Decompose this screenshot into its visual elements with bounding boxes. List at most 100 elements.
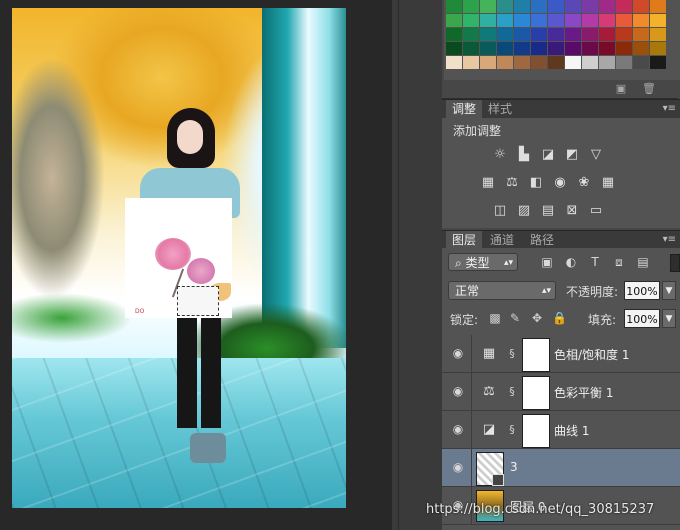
layer-row[interactable]: ◉ ⚖ § 色彩平衡 1 xyxy=(442,373,680,411)
color-swatch[interactable] xyxy=(463,14,479,27)
document-image[interactable]: DO xyxy=(12,8,346,508)
color-swatch[interactable] xyxy=(599,28,615,41)
color-swatch[interactable] xyxy=(616,28,632,41)
brightness-icon[interactable]: ☼ xyxy=(492,148,508,162)
layer-mask-thumbnail[interactable] xyxy=(522,414,550,448)
color-swatch[interactable] xyxy=(514,14,530,27)
tab-layers[interactable]: 图层 xyxy=(446,231,483,249)
color-swatch[interactable] xyxy=(514,42,530,55)
color-swatch[interactable] xyxy=(650,14,666,27)
eye-icon[interactable]: ◉ xyxy=(450,347,466,359)
color-swatch[interactable] xyxy=(565,14,581,27)
color-swatch[interactable] xyxy=(463,42,479,55)
color-swatch[interactable] xyxy=(582,42,598,55)
color-swatch[interactable] xyxy=(633,28,649,41)
color-swatch[interactable] xyxy=(565,56,581,69)
color-swatch[interactable] xyxy=(531,56,547,69)
curves-icon[interactable]: ◪ xyxy=(540,148,556,162)
color-swatch[interactable] xyxy=(446,42,462,55)
gradient-map-icon[interactable]: ▭ xyxy=(588,204,604,218)
color-swatch[interactable] xyxy=(531,42,547,55)
tab-paths[interactable]: 路径 xyxy=(524,231,560,249)
link-icon[interactable]: § xyxy=(507,346,517,362)
color-swatch[interactable] xyxy=(497,14,513,27)
levels-icon[interactable]: ▙ xyxy=(516,148,532,162)
layer-row[interactable]: ◉ ◪ § 曲线 1 xyxy=(442,411,680,449)
layer-row-selected[interactable]: ◉ 3 xyxy=(442,449,680,487)
color-swatch[interactable] xyxy=(531,14,547,27)
color-swatch[interactable] xyxy=(650,56,666,69)
color-swatch[interactable] xyxy=(633,42,649,55)
lock-all-icon[interactable]: 🔒 xyxy=(552,311,567,325)
filter-pixel-icon[interactable]: ▣ xyxy=(540,255,554,269)
color-swatch[interactable] xyxy=(497,28,513,41)
color-swatch[interactable] xyxy=(548,0,564,13)
opacity-input[interactable]: 100% xyxy=(624,281,660,300)
filter-toggle[interactable] xyxy=(670,254,680,272)
color-swatch[interactable] xyxy=(463,56,479,69)
color-swatch[interactable] xyxy=(548,28,564,41)
link-icon[interactable]: § xyxy=(507,384,517,400)
selective-color-icon[interactable]: ⊠ xyxy=(564,204,580,218)
filter-adjustment-icon[interactable]: ◐ xyxy=(564,255,578,269)
eye-icon[interactable]: ◉ xyxy=(450,423,466,435)
color-swatch[interactable] xyxy=(650,42,666,55)
color-swatch[interactable] xyxy=(582,14,598,27)
tab-channels[interactable]: 通道 xyxy=(484,231,520,249)
tab-adjustments[interactable]: 调整 xyxy=(446,100,483,118)
color-swatch[interactable] xyxy=(599,56,615,69)
color-swatch[interactable] xyxy=(582,56,598,69)
blend-mode-select[interactable]: 正常 ▴▾ xyxy=(448,281,556,300)
color-swatch[interactable] xyxy=(446,0,462,13)
black-white-icon[interactable]: ◧ xyxy=(528,176,544,190)
color-swatch[interactable] xyxy=(497,0,513,13)
color-swatch[interactable] xyxy=(531,0,547,13)
color-balance-icon[interactable]: ⚖ xyxy=(504,176,520,190)
color-swatch[interactable] xyxy=(463,28,479,41)
panel-menu-icon[interactable]: ▾≡ xyxy=(663,234,676,245)
color-swatch[interactable] xyxy=(480,28,496,41)
threshold-icon[interactable]: ▤ xyxy=(540,204,556,218)
fill-dropdown-arrow[interactable]: ▼ xyxy=(662,309,676,328)
color-swatch[interactable] xyxy=(650,0,666,13)
color-swatch[interactable] xyxy=(599,14,615,27)
trash-icon[interactable]: 🗑 xyxy=(642,82,656,95)
color-swatch[interactable] xyxy=(514,28,530,41)
color-swatch[interactable] xyxy=(616,14,632,27)
color-swatch[interactable] xyxy=(480,56,496,69)
color-swatch[interactable] xyxy=(633,0,649,13)
color-swatch[interactable] xyxy=(582,0,598,13)
layer-mask-thumbnail[interactable] xyxy=(522,338,550,372)
color-swatch[interactable] xyxy=(497,56,513,69)
color-swatch[interactable] xyxy=(616,42,632,55)
eye-icon[interactable]: ◉ xyxy=(450,461,466,473)
color-swatch[interactable] xyxy=(633,14,649,27)
color-swatch[interactable] xyxy=(565,42,581,55)
color-swatch[interactable] xyxy=(446,56,462,69)
filter-type-icon[interactable]: T xyxy=(588,255,602,269)
new-swatch-icon[interactable]: ▣ xyxy=(614,82,628,95)
color-swatch[interactable] xyxy=(548,56,564,69)
link-icon[interactable]: § xyxy=(507,422,517,438)
color-swatch[interactable] xyxy=(480,14,496,27)
color-swatch[interactable] xyxy=(480,0,496,13)
color-swatch[interactable] xyxy=(463,0,479,13)
color-swatch[interactable] xyxy=(446,28,462,41)
fill-input[interactable]: 100% xyxy=(624,309,660,328)
lock-brush-icon[interactable]: ✎ xyxy=(508,311,522,325)
eye-icon[interactable]: ◉ xyxy=(450,385,466,397)
channel-mixer-icon[interactable]: ❀ xyxy=(576,176,592,190)
filter-kind-select[interactable]: ⌕ 类型 ▴▾ xyxy=(448,253,518,271)
filter-smart-object-icon[interactable]: ▤ xyxy=(636,255,650,269)
color-swatch[interactable] xyxy=(548,14,564,27)
color-swatch[interactable] xyxy=(565,0,581,13)
color-swatch[interactable] xyxy=(480,42,496,55)
color-swatch[interactable] xyxy=(616,56,632,69)
lock-move-icon[interactable]: ✥ xyxy=(530,311,544,325)
color-swatch[interactable] xyxy=(514,0,530,13)
color-swatch[interactable] xyxy=(497,42,513,55)
color-swatch[interactable] xyxy=(599,0,615,13)
color-swatch[interactable] xyxy=(565,28,581,41)
marquee-selection[interactable] xyxy=(177,286,219,316)
filter-shape-icon[interactable]: ⧈ xyxy=(612,255,626,269)
